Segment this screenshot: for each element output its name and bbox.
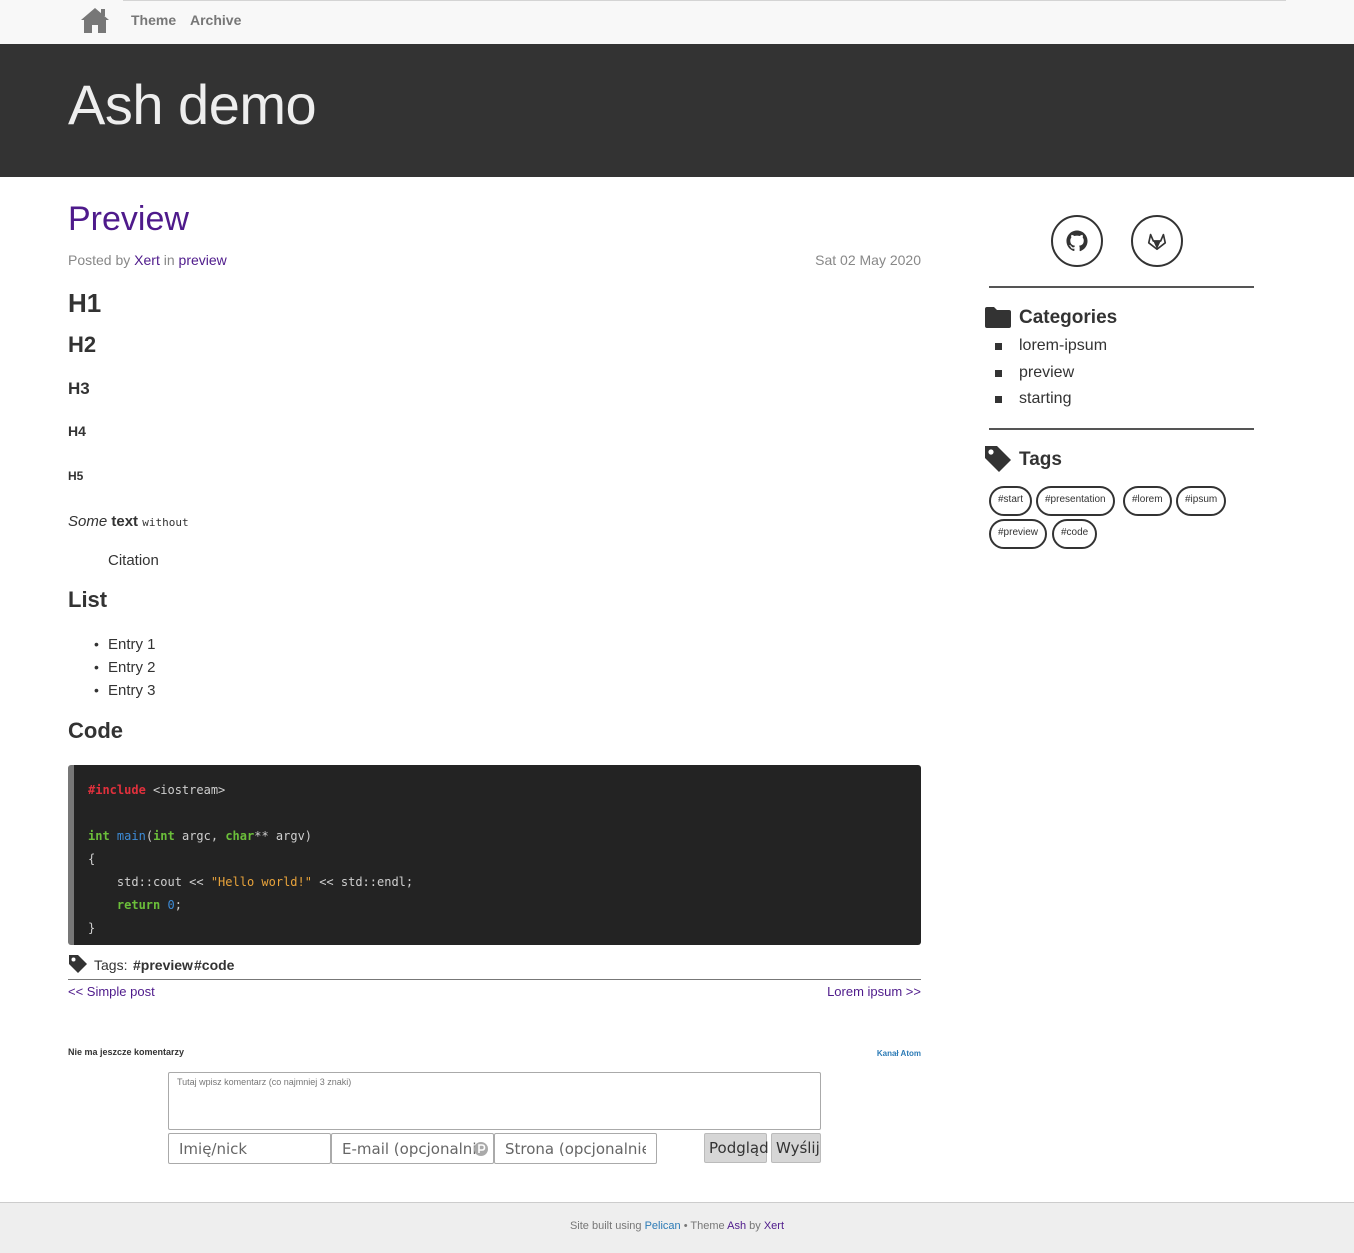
post-tags: Tags: #preview #code	[68, 954, 921, 980]
ash-theme-link[interactable]: Ash	[727, 1220, 746, 1232]
github-link[interactable]	[1051, 215, 1103, 267]
sidebar-tag-presentation[interactable]: #presentation	[1036, 486, 1115, 516]
heading-h3: H3	[68, 379, 90, 398]
category-link[interactable]: preview	[179, 252, 227, 268]
nav-theme-link[interactable]: Theme	[131, 12, 176, 28]
code-argv: ** argv)	[254, 829, 313, 843]
sidebar-tag-ipsum[interactable]: #ipsum	[1176, 486, 1227, 516]
code-cout: std::cout <<	[88, 875, 211, 889]
code-keyword-int: int	[153, 829, 175, 843]
heading-h1: H1	[68, 288, 102, 318]
pelican-link[interactable]: Pelican	[645, 1220, 681, 1232]
next-post-link[interactable]: Lorem ipsum >>	[700, 984, 921, 999]
list-heading: List	[68, 587, 108, 612]
tags-label: Tags:	[94, 957, 128, 973]
no-comments-label: Nie ma jeszcze komentarzy	[68, 1047, 185, 1057]
code-block[interactable]: #include <iostream> int main(int argc, c…	[68, 765, 921, 945]
footer-built-label: Site built using	[569, 1220, 642, 1232]
send-button[interactable]: Wyślij	[771, 1133, 821, 1163]
code-close-brace: }	[88, 921, 96, 935]
email-input[interactable]	[331, 1133, 494, 1164]
list-item: Entry 2	[94, 659, 155, 682]
blockquote: Citation	[108, 552, 159, 569]
code-number: 0	[167, 898, 175, 912]
post-meta: Posted by Xert in preview	[68, 252, 227, 268]
heading-h2: H2	[68, 332, 97, 357]
previous-post-link[interactable]: << Simple post	[68, 984, 155, 999]
footer-theme-label: Theme	[690, 1220, 725, 1232]
sidebar-tag-start[interactable]: #start	[989, 486, 1033, 516]
in-label: in	[163, 252, 175, 268]
nav-archive-link[interactable]: Archive	[190, 12, 241, 28]
entry-list: Entry 1 Entry 2 Entry 3	[94, 636, 155, 705]
categories-list: lorem-ipsum preview starting	[994, 334, 1107, 414]
home-icon[interactable]	[80, 6, 110, 34]
sidebar-tag-lorem[interactable]: #lorem	[1123, 486, 1172, 516]
gitlab-link[interactable]	[1131, 215, 1183, 267]
p-icon	[474, 1142, 488, 1156]
post-date: Sat 02 May 2020	[815, 252, 921, 268]
list-item: Entry 1	[94, 636, 155, 659]
inline-code: without	[142, 516, 189, 529]
category-item-starting[interactable]: starting	[994, 387, 1107, 414]
sidebar-divider	[989, 286, 1254, 288]
list-item: Entry 3	[94, 682, 155, 705]
code-heading: Code	[68, 718, 123, 743]
category-item-preview[interactable]: preview	[994, 361, 1107, 388]
code-keyword-int: int	[88, 829, 110, 843]
footer-text: Site built using Pelican • Theme Ash by …	[0, 1220, 1354, 1232]
code-header: <iostream>	[145, 783, 226, 797]
italic-text: Some	[68, 513, 108, 530]
comment-textarea[interactable]	[168, 1072, 821, 1130]
heading-h4: H4	[68, 423, 86, 439]
code-endl: << std::endl;	[311, 875, 414, 889]
category-item-lorem-ipsum[interactable]: lorem-ipsum	[994, 334, 1107, 361]
tags-heading: Tags	[1019, 449, 1062, 470]
post-tag-code[interactable]: #code	[194, 957, 234, 973]
folder-icon	[985, 307, 1011, 328]
code-include: #include	[88, 783, 146, 797]
post-tag-preview[interactable]: #preview	[133, 957, 193, 973]
sidebar-tag-preview[interactable]: #preview	[989, 519, 1048, 549]
tag-icon	[69, 955, 87, 973]
preview-button[interactable]: Podgląd	[704, 1133, 769, 1163]
xert-link[interactable]: Xert	[764, 1220, 784, 1232]
site-header: Ash demo	[0, 44, 1354, 177]
code-argc: argc,	[174, 829, 226, 843]
atom-feed-link[interactable]: Kanał Atom	[800, 1049, 921, 1058]
sidebar-divider	[989, 428, 1254, 430]
website-input[interactable]	[494, 1133, 657, 1164]
code-string: "Hello world!"	[210, 875, 312, 889]
author-link[interactable]: Xert	[134, 252, 160, 268]
heading-h5: H5	[68, 469, 84, 483]
post-title[interactable]: Preview	[68, 200, 189, 239]
code-open-brace: {	[88, 852, 96, 866]
github-icon	[1066, 230, 1088, 252]
code-keyword-char: char	[225, 829, 255, 843]
footer-by-label: by	[749, 1220, 761, 1232]
name-input[interactable]	[168, 1133, 331, 1164]
gitlab-icon	[1147, 233, 1167, 251]
navbar-top-rule	[123, 0, 1286, 1]
code-keyword-return: return	[116, 898, 161, 912]
sidebar-tag-code[interactable]: #code	[1052, 519, 1098, 549]
top-navbar: Theme Archive	[0, 0, 1354, 44]
code-semicolon: ;	[174, 898, 182, 912]
categories-heading: Categories	[1019, 307, 1118, 328]
footer: Site built using Pelican • Theme Ash by …	[0, 1202, 1354, 1253]
site-title[interactable]: Ash demo	[68, 72, 317, 137]
bold-text: text	[111, 513, 139, 530]
posted-by-label: Posted by	[68, 252, 131, 268]
formatted-text-line: Some text without	[68, 513, 189, 530]
code-function-name: main	[116, 829, 146, 843]
tags-icon	[985, 446, 1011, 472]
